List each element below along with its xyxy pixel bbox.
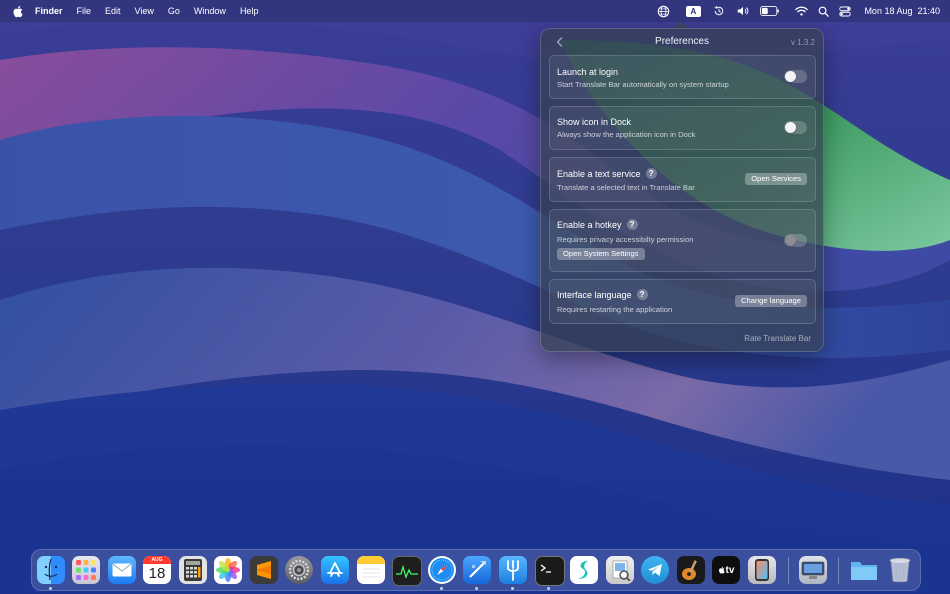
text-service-card: Enable a text service ? Translate a sele…: [549, 157, 816, 202]
menu-file[interactable]: File: [70, 0, 99, 22]
menu-window[interactable]: Window: [187, 0, 233, 22]
launch-at-login-card: Launch at login Start Translate Bar auto…: [549, 55, 816, 99]
text-service-subtitle: Translate a selected text in Translate B…: [557, 183, 695, 192]
preferences-popover: Preferences v 1.3.2 Launch at login Star…: [540, 28, 824, 352]
popover-title: Preferences: [655, 36, 709, 47]
menu-edit[interactable]: Edit: [98, 0, 128, 22]
apple-tv-label: tv: [725, 564, 735, 576]
menu-bar: Finder File Edit View Go Window Help A M…: [0, 0, 950, 22]
calendar-month: AUG: [143, 556, 171, 564]
popover-header: Preferences v 1.3.2: [541, 29, 823, 55]
hotkey-subtitle: Requires privacy accessibilty permission: [557, 235, 694, 244]
dock-notes-icon[interactable]: [357, 556, 385, 584]
dock-fork-icon[interactable]: [499, 556, 527, 584]
dock-surfshark-icon[interactable]: [570, 556, 598, 584]
interface-language-title-row: Interface language ?: [557, 289, 648, 300]
input-source-icon[interactable]: A: [682, 0, 704, 22]
hotkey-title: Enable a hotkey: [557, 219, 622, 230]
dock-downloads-folder-icon[interactable]: [850, 556, 878, 584]
show-icon-in-dock-card: Show icon in Dock Always show the applic…: [549, 106, 816, 150]
menu-go[interactable]: Go: [161, 0, 187, 22]
toggle-knob: [785, 235, 796, 246]
running-indicator: [440, 587, 443, 590]
translate-bar-globe-icon[interactable]: [652, 0, 674, 22]
dock-mail-icon[interactable]: [108, 556, 136, 584]
dock-photos-icon[interactable]: [214, 556, 242, 584]
running-indicator: [547, 587, 550, 590]
change-language-button[interactable]: Change language: [735, 295, 807, 307]
dock-launchpad-icon[interactable]: [72, 556, 100, 584]
hotkey-title-row: Enable a hotkey ?: [557, 219, 638, 230]
toggle-knob: [785, 71, 796, 82]
interface-language-subtitle: Requires restarting the application: [557, 305, 673, 314]
dock-garageband-icon[interactable]: [677, 556, 705, 584]
dock-calendar-icon[interactable]: AUG 18: [143, 556, 171, 584]
dock-system-settings-icon[interactable]: [285, 556, 313, 584]
dock-trash-icon[interactable]: [886, 556, 914, 584]
show-icon-in-dock-toggle[interactable]: [784, 121, 807, 134]
running-indicator: [475, 587, 478, 590]
show-icon-in-dock-title: Show icon in Dock: [557, 117, 632, 127]
dock-terminal-icon[interactable]: [535, 556, 565, 586]
dock-sublime-text-icon[interactable]: [250, 556, 278, 584]
text-service-help-icon[interactable]: ?: [645, 168, 657, 179]
app-version: v 1.3.2: [790, 38, 815, 47]
hotkey-card: Enable a hotkey ? Requires privacy acces…: [549, 209, 816, 272]
volume-icon[interactable]: [732, 0, 754, 22]
popover-arrow: [674, 21, 688, 28]
input-source-label: A: [685, 5, 701, 17]
show-icon-in-dock-subtitle: Always show the application icon in Dock: [557, 130, 696, 139]
calendar-day: 18: [148, 565, 166, 582]
dock: AUG 18 tv: [31, 549, 921, 591]
apple-menu-icon[interactable]: [12, 5, 23, 18]
dock-separator: [838, 557, 839, 584]
dock-separator: [788, 557, 789, 584]
launch-at-login-title: Launch at login: [557, 67, 619, 77]
text-service-title: Enable a text service: [557, 168, 641, 179]
open-services-button[interactable]: Open Services: [745, 173, 807, 185]
launch-at-login-toggle[interactable]: [784, 70, 807, 83]
text-service-title-row: Enable a text service ?: [557, 168, 657, 179]
rate-translate-bar-link[interactable]: Rate Translate Bar: [744, 334, 811, 343]
dock-apple-tv-icon[interactable]: tv: [712, 556, 740, 584]
dock-safari-icon[interactable]: [428, 556, 456, 584]
control-center-icon[interactable]: [834, 0, 856, 22]
dock-xcode-icon[interactable]: [463, 556, 491, 584]
menu-app-name[interactable]: Finder: [28, 0, 70, 22]
menu-help[interactable]: Help: [233, 0, 266, 22]
toggle-knob: [785, 122, 796, 133]
battery-icon[interactable]: [754, 0, 786, 22]
interface-language-title: Interface language: [557, 289, 632, 300]
dock-preview-icon[interactable]: [606, 556, 634, 584]
running-indicator: [49, 587, 52, 590]
dock-activity-monitor-icon[interactable]: [392, 556, 422, 586]
interface-language-help-icon[interactable]: ?: [636, 289, 648, 300]
interface-language-card: Interface language ? Requires restarting…: [549, 279, 816, 324]
dock-telegram-icon[interactable]: [641, 556, 669, 584]
dock-calculator-icon[interactable]: [179, 556, 207, 584]
menu-bar-clock[interactable]: Mon 18 Aug 21:40: [856, 6, 950, 16]
dock-screenshot-app-icon[interactable]: [799, 556, 827, 584]
open-system-settings-button[interactable]: Open System Settings: [557, 248, 645, 260]
hotkey-help-icon[interactable]: ?: [626, 219, 638, 230]
dock-simulator-icon[interactable]: [748, 556, 776, 584]
hotkey-toggle[interactable]: [784, 234, 807, 247]
spotlight-icon[interactable]: [812, 0, 834, 22]
running-indicator: [511, 587, 514, 590]
dock-app-store-icon[interactable]: [321, 556, 349, 584]
launch-at-login-subtitle: Start Translate Bar automatically on sys…: [557, 80, 729, 89]
notes-header-strip: [357, 556, 385, 564]
dock-finder-icon[interactable]: [37, 556, 65, 584]
wifi-icon[interactable]: [790, 0, 812, 22]
time-machine-icon[interactable]: [708, 0, 730, 22]
menu-view[interactable]: View: [128, 0, 161, 22]
